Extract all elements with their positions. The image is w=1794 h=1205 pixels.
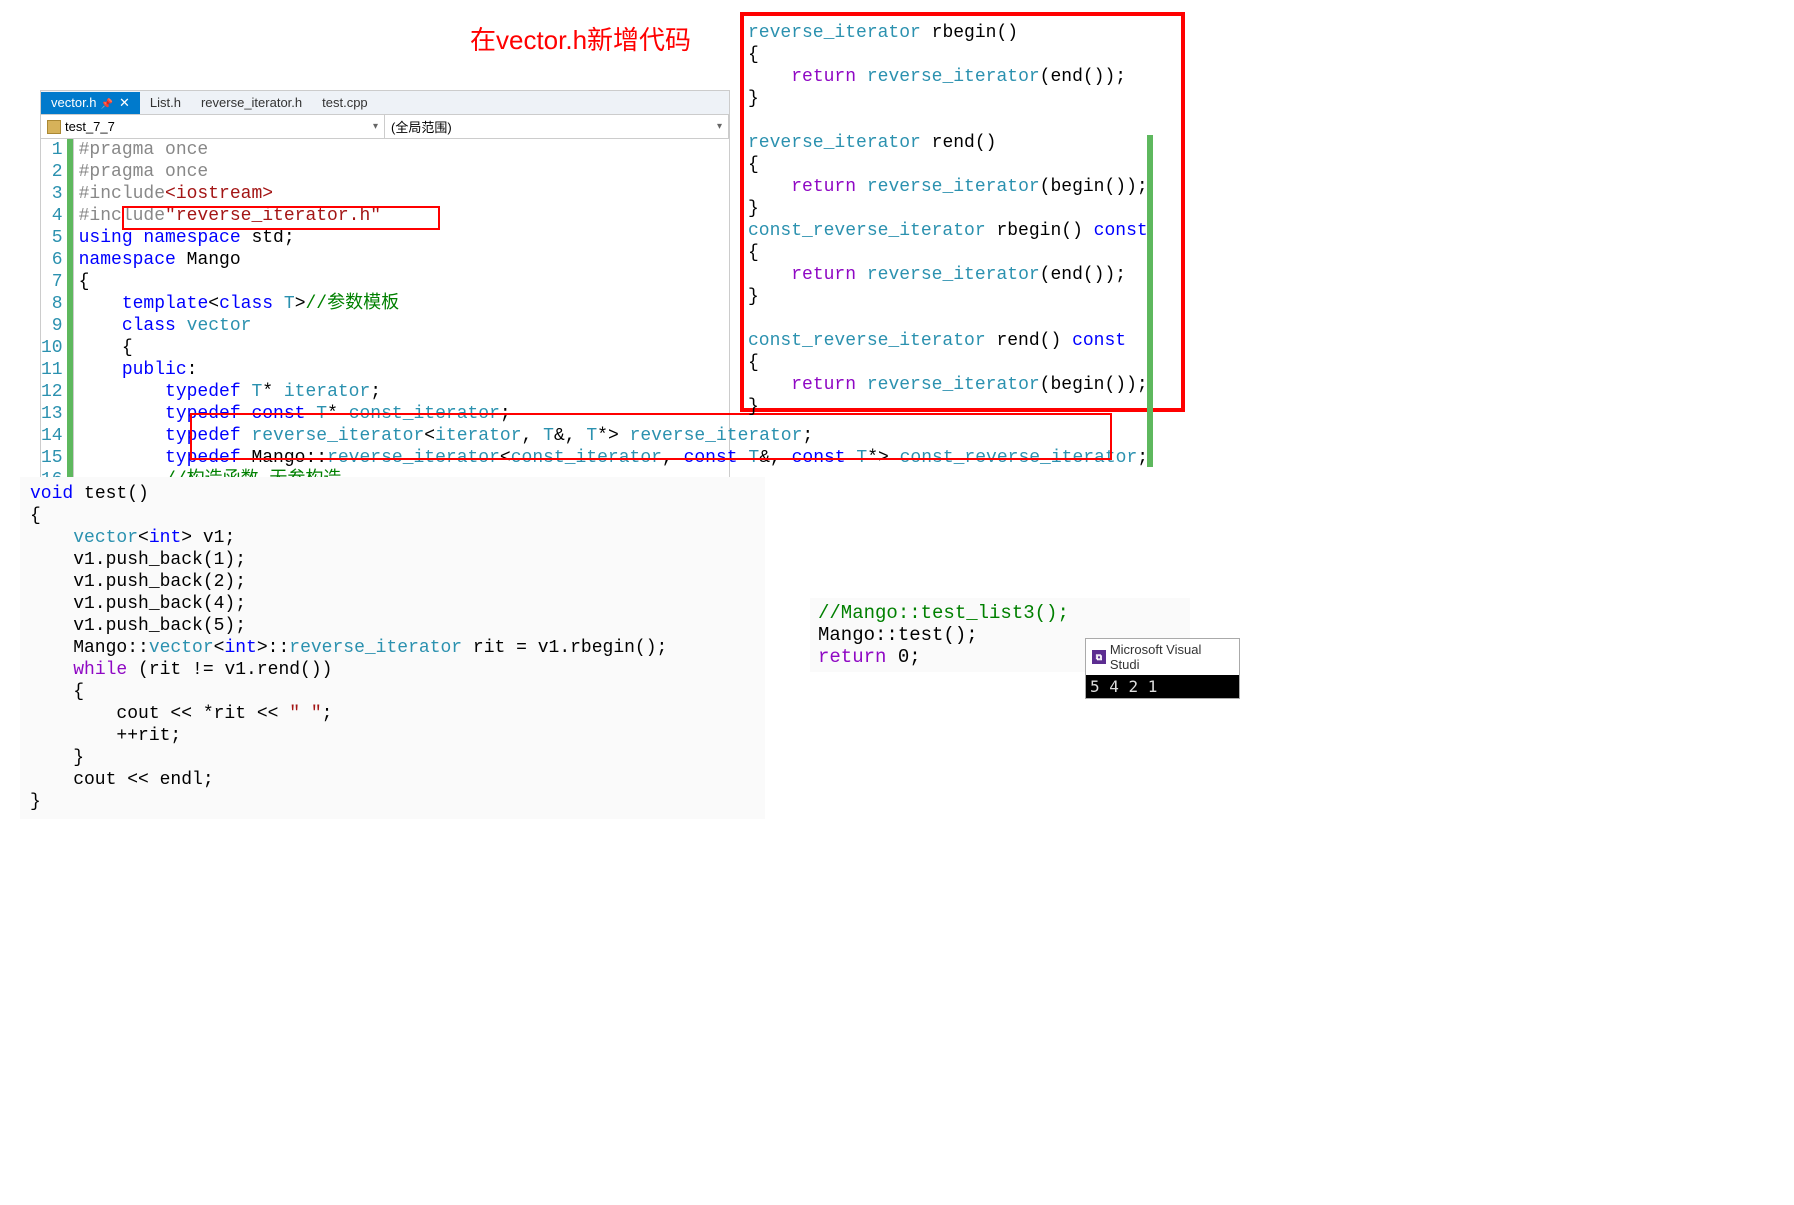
tab-vector-h[interactable]: vector.h📌✕ [41, 92, 140, 114]
code-line: return reverse_iterator(end()); [748, 66, 1177, 88]
line-gutter: 12345678910111213141516 [41, 139, 74, 491]
context-dropdown[interactable]: (全局范围) ▾ [385, 115, 729, 138]
tab-bar: vector.h📌✕ List.h reverse_iterator.h tes… [41, 91, 729, 115]
code-line: //Mango::test_list3(); [818, 602, 1182, 624]
code-line: Mango::vector<int>::reverse_iterator rit… [30, 637, 755, 659]
highlight-box-typedefs [190, 413, 1112, 460]
line-number: 10 [41, 337, 63, 359]
code-line: { [748, 352, 1177, 374]
code-line: void test() [30, 483, 755, 505]
code-line: vector<int> v1; [30, 527, 755, 549]
line-number: 1 [41, 139, 63, 161]
line-number: 4 [41, 205, 63, 227]
line-number: 5 [41, 227, 63, 249]
highlight-box-include [122, 206, 440, 230]
code-line: cout << *rit << " "; [30, 703, 755, 725]
code-line: { [30, 681, 755, 703]
vs-icon: ⧉ [1092, 650, 1106, 664]
tab-reverse-iterator-h[interactable]: reverse_iterator.h [191, 92, 312, 113]
code-line: v1.push_back(5); [30, 615, 755, 637]
code-line: } [30, 791, 755, 813]
project-icon [47, 120, 61, 134]
line-number: 3 [41, 183, 63, 205]
test-code-block: void test(){ vector<int> v1; v1.push_bac… [20, 477, 765, 819]
code-line [748, 110, 1177, 132]
close-icon[interactable]: ✕ [119, 95, 130, 110]
code-line: v1.push_back(4); [30, 593, 755, 615]
code-line: reverse_iterator rbegin() [748, 22, 1177, 44]
pin-icon: 📌 [101, 99, 113, 110]
annotation-text: 在vector.h新增代码 [470, 20, 691, 57]
vs-output-window: ⧉ Microsoft Visual Studi 5 4 2 1 [1085, 638, 1240, 699]
code-line: return reverse_iterator(begin()); [748, 176, 1177, 198]
tab-test-cpp[interactable]: test.cpp [312, 92, 378, 113]
line-number: 15 [41, 447, 63, 469]
code-line: } [748, 198, 1177, 220]
code-line: } [748, 396, 1177, 418]
vs-titlebar: ⧉ Microsoft Visual Studi [1086, 639, 1239, 675]
code-line: v1.push_back(1); [30, 549, 755, 571]
scope-dropdown[interactable]: test_7_7 ▾ [41, 115, 385, 138]
code-line: { [748, 154, 1177, 176]
code-line: const_reverse_iterator rbegin() const [748, 220, 1177, 242]
line-number: 14 [41, 425, 63, 447]
console-output: 5 4 2 1 [1086, 675, 1239, 698]
change-indicator [67, 139, 73, 491]
line-number: 12 [41, 381, 63, 403]
code-line: reverse_iterator rend() [748, 132, 1177, 154]
code-line: { [748, 242, 1177, 264]
right-code-block: reverse_iterator rbegin(){ return revers… [740, 12, 1185, 412]
code-line: while (rit != v1.rend()) [30, 659, 755, 681]
line-number: 8 [41, 293, 63, 315]
line-number: 11 [41, 359, 63, 381]
code-line: cout << endl; [30, 769, 755, 791]
change-indicator [1147, 135, 1153, 467]
code-line: } [30, 747, 755, 769]
code-line: v1.push_back(2); [30, 571, 755, 593]
line-number: 2 [41, 161, 63, 183]
line-number: 13 [41, 403, 63, 425]
code-line [748, 308, 1177, 330]
line-number: 7 [41, 271, 63, 293]
code-line: return reverse_iterator(begin()); [748, 374, 1177, 396]
chevron-down-icon: ▾ [717, 121, 722, 132]
code-line: ++rit; [30, 725, 755, 747]
code-line: const_reverse_iterator rend() const [748, 330, 1177, 352]
code-line: } [748, 286, 1177, 308]
code-line: { [748, 44, 1177, 66]
line-number: 6 [41, 249, 63, 271]
chevron-down-icon: ▾ [373, 121, 378, 132]
nav-dropdowns: test_7_7 ▾ (全局范围) ▾ [41, 115, 729, 139]
tab-list-h[interactable]: List.h [140, 92, 191, 113]
code-line: return reverse_iterator(end()); [748, 264, 1177, 286]
code-line: } [748, 88, 1177, 110]
line-number: 9 [41, 315, 63, 337]
code-line: { [30, 505, 755, 527]
